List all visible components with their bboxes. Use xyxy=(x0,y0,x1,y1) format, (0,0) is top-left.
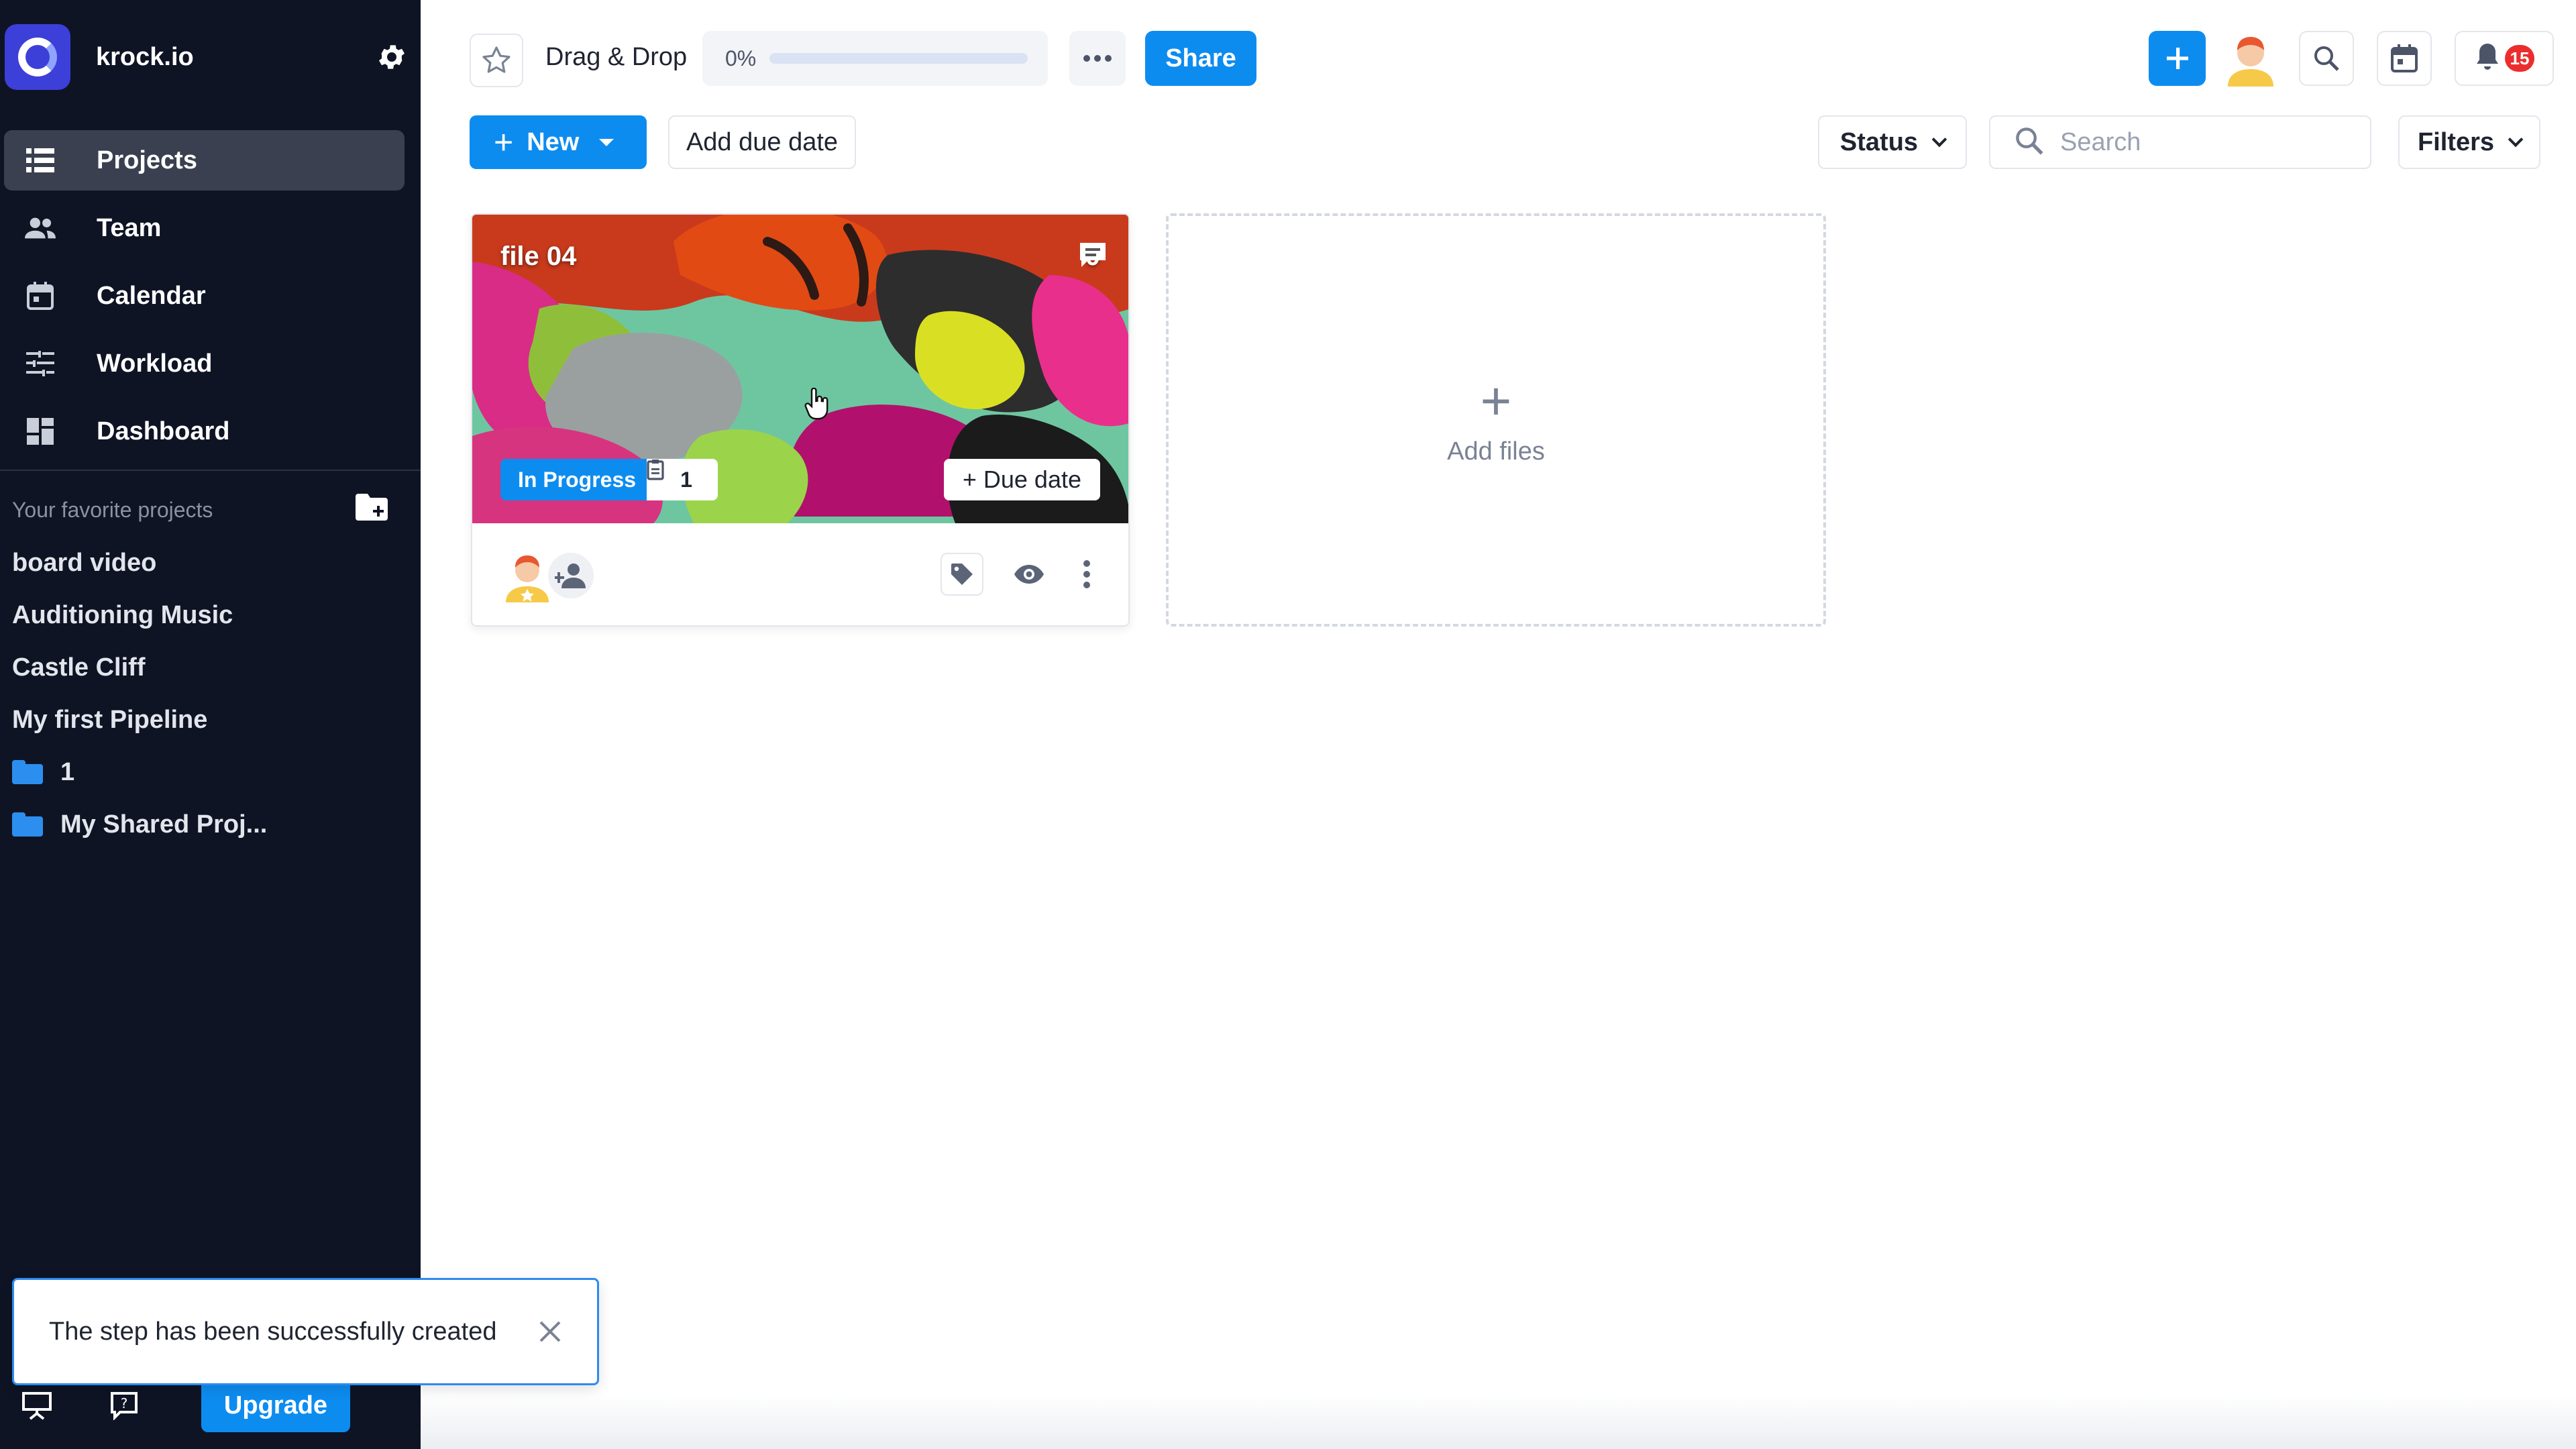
folder-icon xyxy=(12,760,43,784)
add-files-label: Add files xyxy=(1447,437,1545,466)
progress-label: 0% xyxy=(725,46,757,70)
sidebar-item-label: Workload xyxy=(97,349,213,378)
folder-icon xyxy=(12,812,43,837)
favorite-project[interactable]: My first Pipeline xyxy=(12,694,401,746)
favorite-folder[interactable]: My Shared Proj... xyxy=(12,798,401,851)
close-icon[interactable] xyxy=(530,1311,570,1352)
filters-dropdown-label: Filters xyxy=(2417,127,2495,156)
project-progress: 0% xyxy=(702,31,1048,86)
sidebar-item-label: Calendar xyxy=(97,281,206,310)
brand: krock.io xyxy=(5,24,411,90)
team-icon xyxy=(24,212,56,244)
app-logo[interactable] xyxy=(5,24,70,90)
tag-icon[interactable] xyxy=(941,553,983,596)
new-button-label: New xyxy=(527,127,580,156)
sidebar-item-projects[interactable]: Projects xyxy=(4,130,405,191)
bell-icon xyxy=(2474,42,2501,75)
notifications-button[interactable]: 15 xyxy=(2455,31,2554,86)
due-date-button[interactable]: + Due date xyxy=(943,459,1100,500)
favorite-project-label: My first Pipeline xyxy=(12,705,208,734)
add-due-date-button[interactable]: Add due date xyxy=(668,115,856,169)
app-name: krock.io xyxy=(96,42,194,71)
workload-icon xyxy=(24,347,56,380)
filters-dropdown[interactable]: Filters xyxy=(2398,115,2540,169)
caret-down-icon xyxy=(599,138,614,146)
sidebar-item-dashboard[interactable]: Dashboard xyxy=(4,401,405,462)
chevron-down-icon xyxy=(1931,131,1947,148)
favorite-project[interactable]: Auditioning Music xyxy=(12,589,401,641)
sidebar-item-calendar[interactable]: Calendar xyxy=(4,266,405,326)
card-actions xyxy=(941,553,1100,596)
add-assignee-icon[interactable] xyxy=(546,551,596,600)
favorite-folder[interactable]: 1 xyxy=(12,746,401,798)
status-dropdown[interactable]: Status xyxy=(1818,115,1967,169)
notification-badge: 15 xyxy=(2504,45,2535,72)
comment-count[interactable]: 0 xyxy=(1079,241,1106,272)
sidebar-item-label: Dashboard xyxy=(97,417,230,445)
bottom-shade xyxy=(421,1395,2576,1449)
sidebar-item-team[interactable]: Team xyxy=(4,198,405,258)
card-footer xyxy=(472,523,1128,625)
task-count-chip[interactable]: 1 xyxy=(647,459,718,500)
success-toast: The step has been successfully created xyxy=(12,1278,599,1385)
help-icon[interactable]: ? xyxy=(107,1389,141,1422)
favorite-project[interactable]: Castle Cliff xyxy=(12,641,401,694)
favorites-list: board video Auditioning Music Castle Cli… xyxy=(12,537,401,851)
search-field xyxy=(1989,115,2371,169)
file-thumbnail[interactable]: file 04 0 In Progress 1 + Due date xyxy=(472,215,1128,523)
sidebar-item-label: Projects xyxy=(97,146,197,174)
favorite-project-label: board video xyxy=(12,548,157,577)
more-vertical-icon[interactable] xyxy=(1073,553,1100,596)
file-card[interactable]: file 04 0 In Progress 1 + Due date xyxy=(471,213,1130,627)
chevron-down-icon xyxy=(2508,131,2524,148)
eye-icon[interactable] xyxy=(1008,553,1051,596)
favorite-project-label: Castle Cliff xyxy=(12,653,146,682)
svg-text:?: ? xyxy=(121,1395,128,1411)
progress-bar xyxy=(769,53,1028,64)
favorite-project-label: Auditioning Music xyxy=(12,600,233,629)
plus-icon: + xyxy=(494,123,514,161)
calendar-button[interactable] xyxy=(2377,31,2432,86)
task-count-value: 1 xyxy=(680,467,692,492)
favorites-header: Your favorite projects xyxy=(12,490,388,530)
add-folder-icon[interactable] xyxy=(356,494,388,526)
file-name[interactable]: file 04 xyxy=(500,241,576,272)
sidebar-item-label: Team xyxy=(97,213,162,242)
favorites-title: Your favorite projects xyxy=(12,497,213,522)
search-icon xyxy=(2015,126,2044,159)
dashboard-icon xyxy=(24,415,56,447)
favorite-project[interactable]: board video xyxy=(12,537,401,589)
upgrade-button[interactable]: Upgrade xyxy=(201,1379,350,1432)
new-button[interactable]: + New xyxy=(470,115,647,169)
search-button[interactable] xyxy=(2299,31,2354,86)
toast-message: The step has been successfully created xyxy=(49,1317,497,1346)
star-icon[interactable] xyxy=(470,34,523,87)
sidebar-divider xyxy=(0,470,421,471)
project-title[interactable]: Drag & Drop xyxy=(545,43,687,72)
user-avatar[interactable] xyxy=(2221,31,2280,87)
plus-icon: + xyxy=(1480,370,1512,431)
favorite-folder-label: My Shared Proj... xyxy=(60,810,268,839)
hand-cursor-icon xyxy=(804,387,830,421)
sidebar-nav: Projects Team Calendar Workload Dashboar… xyxy=(0,130,421,469)
list-icon xyxy=(24,144,56,176)
calendar-icon xyxy=(24,280,56,312)
status-badge[interactable]: In Progress xyxy=(500,459,654,500)
status-dropdown-label: Status xyxy=(1839,127,1919,156)
sidebar: krock.io Projects Team Calendar Workload… xyxy=(0,0,421,1449)
add-files-dropzone[interactable]: + Add files xyxy=(1166,213,1826,627)
sidebar-item-workload[interactable]: Workload xyxy=(4,333,405,394)
gear-icon[interactable] xyxy=(373,38,411,76)
presentation-icon[interactable] xyxy=(20,1389,54,1422)
project-header: Drag & Drop 0% Share 15 xyxy=(421,0,2576,114)
favorite-folder-label: 1 xyxy=(60,757,75,786)
add-button[interactable] xyxy=(2149,31,2206,86)
more-options-button[interactable] xyxy=(1069,31,1126,86)
share-button[interactable]: Share xyxy=(1145,31,1256,86)
search-input[interactable] xyxy=(2060,127,2355,157)
